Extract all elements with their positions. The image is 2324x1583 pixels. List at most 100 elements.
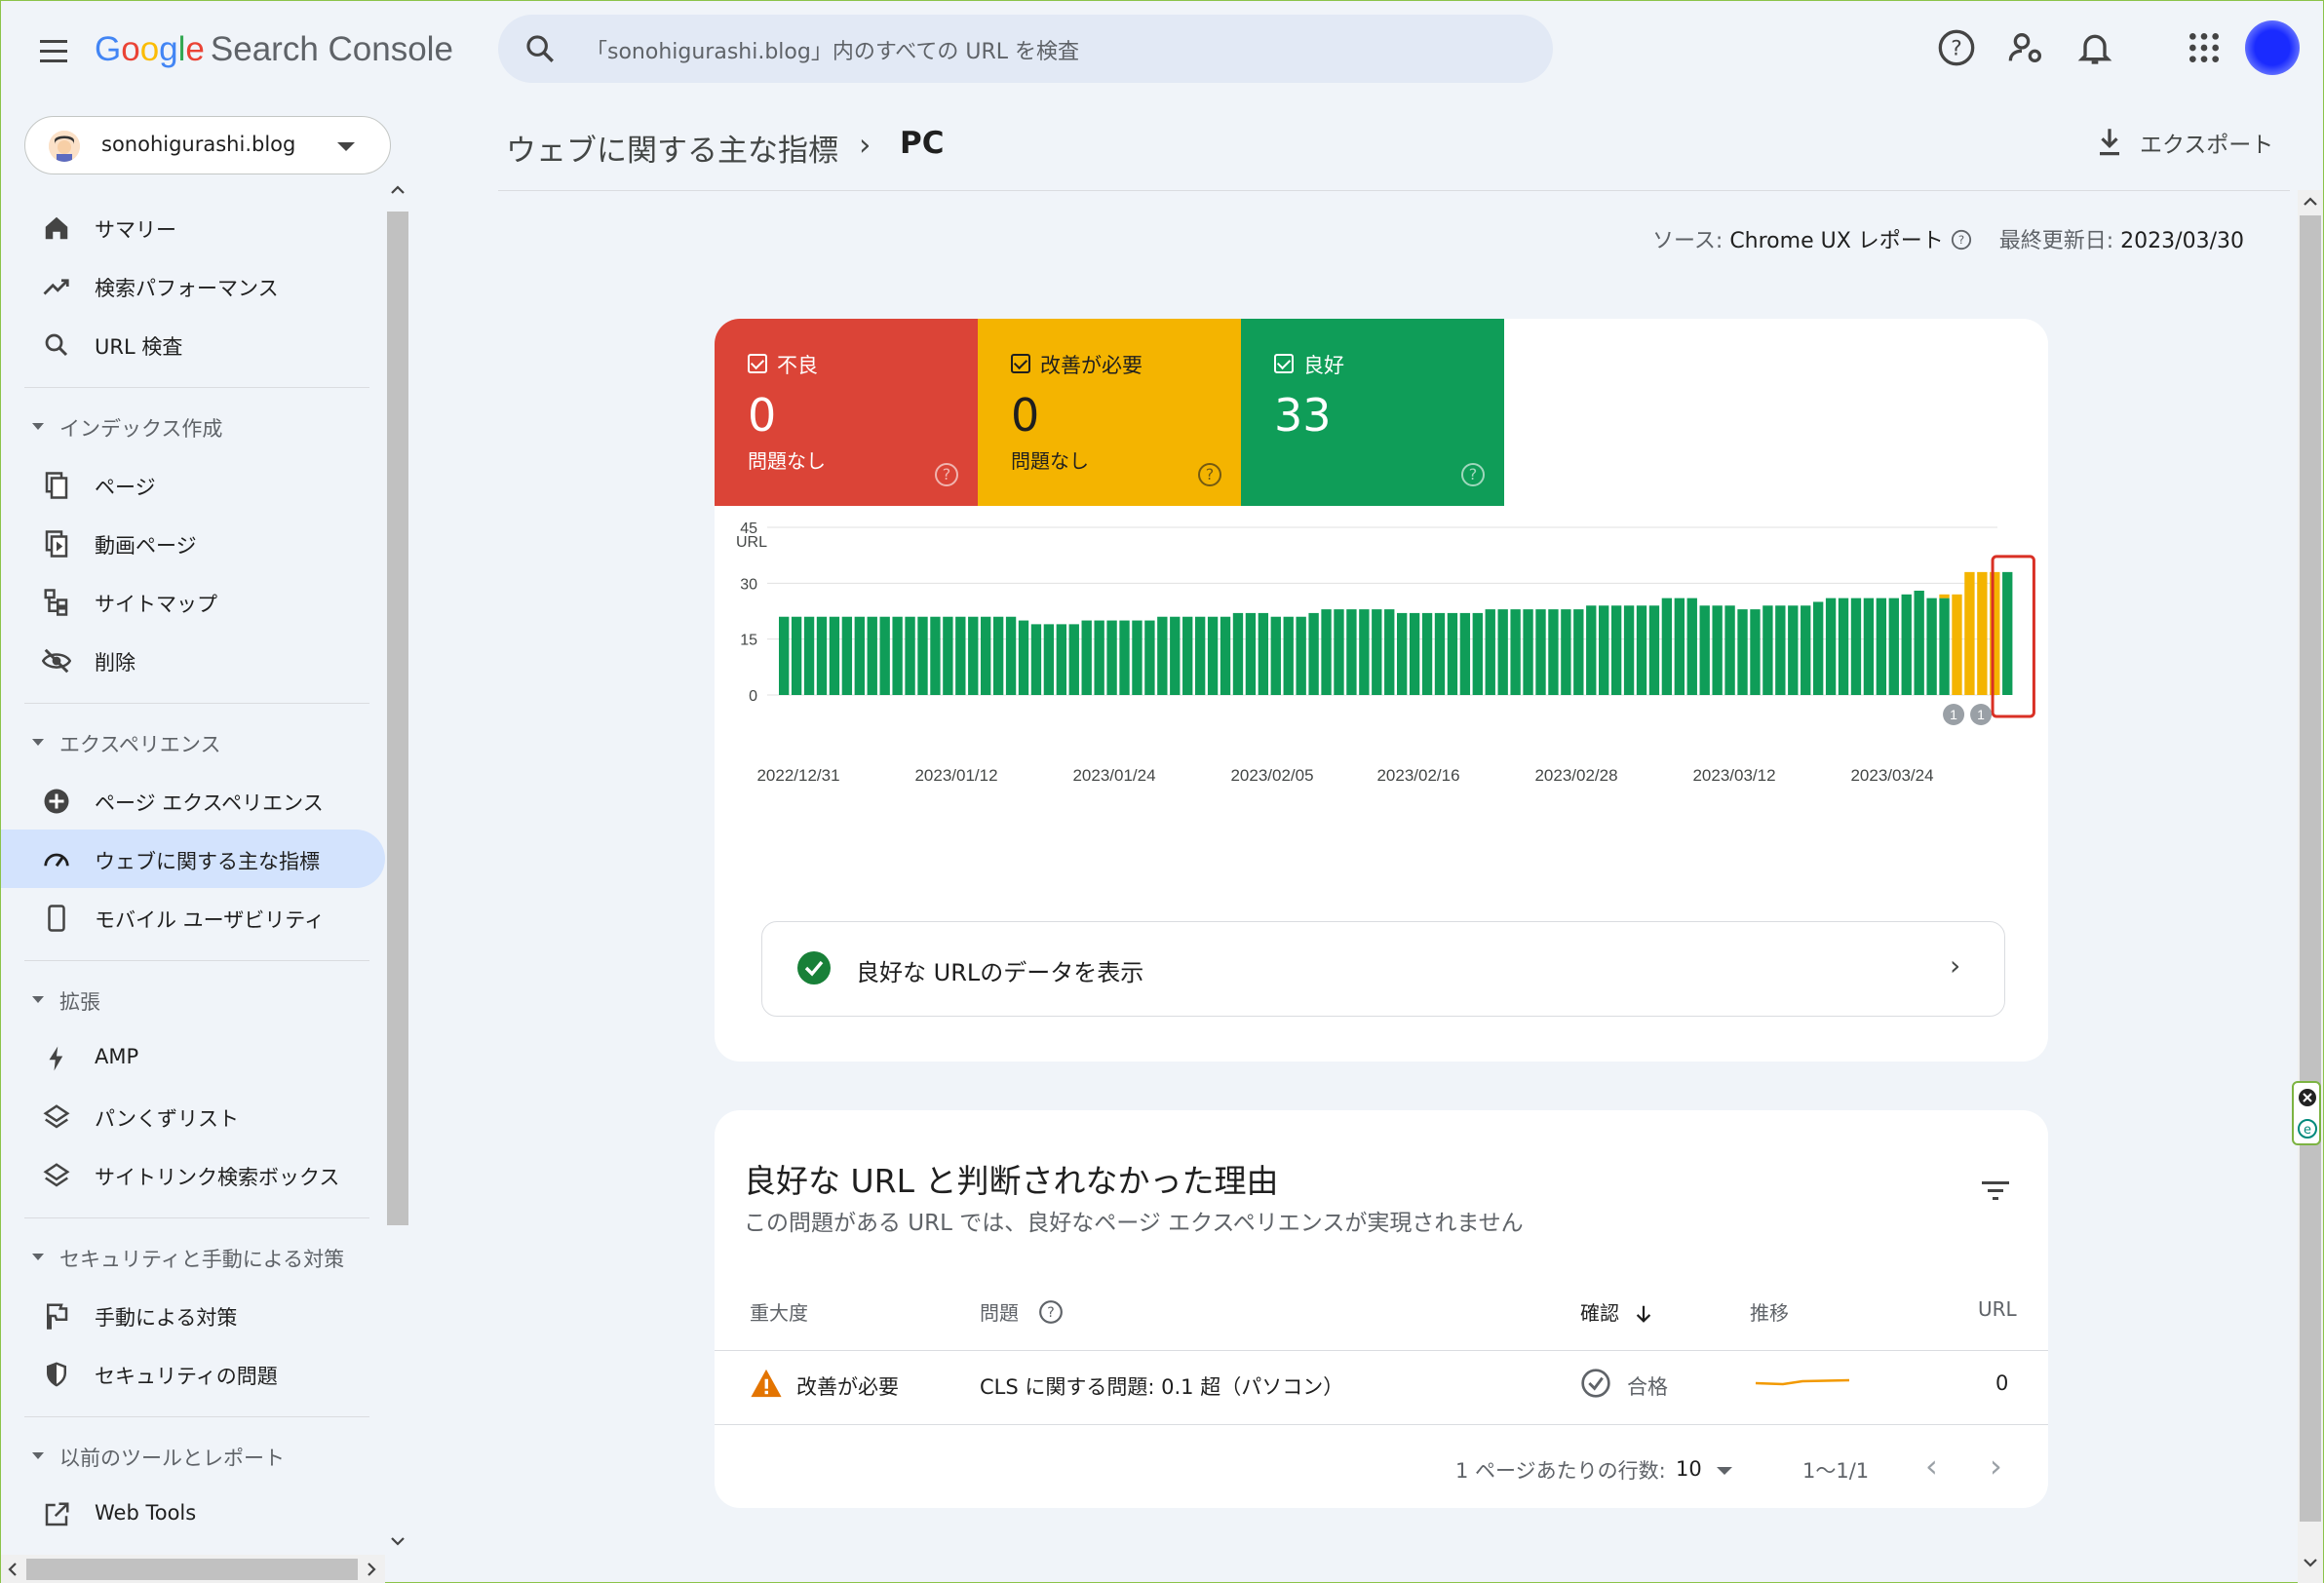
url-count-value: 0 xyxy=(1995,1371,2009,1395)
help-icon[interactable]: ? xyxy=(1461,463,1485,486)
help-icon[interactable]: ? xyxy=(1937,28,1976,67)
divider xyxy=(24,703,369,704)
tile-good[interactable]: 良好 33 ? xyxy=(1241,319,1504,506)
bar-good xyxy=(1397,612,1408,695)
property-avatar-icon xyxy=(49,131,80,162)
help-icon[interactable]: ? xyxy=(1951,229,1972,251)
download-icon xyxy=(2100,129,2119,156)
chevron-left-icon[interactable]: ‹ xyxy=(1925,1448,1938,1485)
main-scrollbar[interactable] xyxy=(2298,190,2323,1583)
checkbox-checked-icon[interactable] xyxy=(1011,354,1030,373)
sidebar-scrollbar[interactable] xyxy=(385,180,410,1583)
chevron-down-icon xyxy=(32,1452,44,1459)
section-title: エクスペリエンス xyxy=(59,733,221,756)
property-selector[interactable]: sonohigurashi.blog xyxy=(24,116,391,174)
horizontal-scroll-thumb[interactable] xyxy=(26,1559,358,1580)
help-icon[interactable]: ? xyxy=(1038,1299,1064,1325)
nav-mobile-usability[interactable]: モバイル ユーザビリティ xyxy=(1,888,385,946)
bar-good xyxy=(829,616,840,695)
tile-value: 0 xyxy=(748,389,777,442)
nav-manual-actions[interactable]: 手動による対策 xyxy=(1,1286,385,1344)
sidebar-scroll-thumb[interactable] xyxy=(387,212,408,1225)
plus-circle-icon xyxy=(44,789,69,814)
column-header-severity[interactable]: 重大度 xyxy=(750,1297,808,1326)
help-icon[interactable]: ? xyxy=(935,463,958,486)
bar-good xyxy=(943,616,953,695)
nav-search-performance[interactable]: 検索パフォーマンス xyxy=(1,256,385,315)
bar-needs-improvement xyxy=(1939,594,1950,598)
scroll-down-icon[interactable] xyxy=(2302,1553,2319,1572)
nav-core-web-vitals[interactable]: ウェブに関する主な指標 xyxy=(1,830,385,888)
scroll-up-icon[interactable] xyxy=(389,180,407,200)
search-icon xyxy=(45,333,68,357)
nav-breadcrumbs[interactable]: パンくずリスト xyxy=(1,1087,385,1145)
column-header-validation[interactable]: 確認 xyxy=(1580,1297,1654,1326)
checkbox-checked-icon[interactable] xyxy=(748,354,767,373)
view-good-urls-button[interactable]: 良好な URLのデータを表示 › xyxy=(761,921,2005,1017)
section-enhancements[interactable]: 拡張 xyxy=(1,970,385,1028)
x-tick-label: 2023/02/28 xyxy=(1534,766,1617,785)
nav-removals[interactable]: 削除 xyxy=(1,631,385,689)
account-avatar[interactable] xyxy=(2245,20,2300,75)
scroll-down-icon[interactable] xyxy=(389,1531,407,1551)
sidebar-horizontal-scrollbar[interactable] xyxy=(1,1555,385,1583)
scroll-right-icon[interactable] xyxy=(364,1561,379,1578)
nav-pages[interactable]: ページ xyxy=(1,455,385,514)
issue-value[interactable]: CLS に関する問題: 0.1 超（パソコン） xyxy=(980,1371,1343,1401)
filter-icon[interactable] xyxy=(1980,1178,2011,1202)
checkbox-checked-icon[interactable] xyxy=(1274,354,1294,373)
manage-users-icon[interactable] xyxy=(2007,28,2046,67)
chevron-down-icon[interactable] xyxy=(1717,1467,1732,1475)
tile-poor[interactable]: 不良 0 問題なし ? xyxy=(715,319,978,506)
bar-good xyxy=(1510,609,1521,695)
chevron-right-icon[interactable]: › xyxy=(1990,1448,2002,1485)
extension-e-icon[interactable]: e xyxy=(2298,1118,2317,1139)
bar-good xyxy=(1144,620,1155,695)
nav-label: AMP xyxy=(95,1045,139,1068)
nav-sitemaps[interactable]: サイトマップ xyxy=(1,572,385,631)
url-inspect-search-input[interactable]: 「sonohigurashi.blog」内のすべての URL を検査 xyxy=(498,15,1553,83)
section-experience[interactable]: エクスペリエンス xyxy=(1,713,385,771)
breadcrumb-parent[interactable]: ウェブに関する主な指標 xyxy=(506,126,838,170)
nav-summary[interactable]: サマリー xyxy=(1,198,385,256)
tile-needs-improvement[interactable]: 改善が必要 0 問題なし ? xyxy=(978,319,1241,506)
main-scroll-thumb[interactable] xyxy=(2300,215,2321,1522)
section-security[interactable]: セキュリティと手動による対策 xyxy=(1,1227,385,1286)
chevron-right-icon: › xyxy=(859,128,872,163)
scroll-left-icon[interactable] xyxy=(5,1561,20,1578)
main-menu-icon[interactable] xyxy=(36,34,71,69)
nav-label: モバイル ユーザビリティ xyxy=(95,908,325,932)
url-trend-chart[interactable]: URL01530451 12022/12/31 2023/01/12 2023/01/… xyxy=(715,514,2048,904)
help-icon[interactable]: ? xyxy=(1198,463,1221,486)
section-indexing[interactable]: インデックス作成 xyxy=(1,397,385,455)
bar-good xyxy=(816,616,828,695)
close-icon[interactable] xyxy=(2298,1087,2317,1108)
nav-web-tools[interactable]: Web Tools xyxy=(1,1485,385,1543)
bar-good xyxy=(1258,612,1269,695)
nav-url-inspection[interactable]: URL 検査 xyxy=(1,315,385,373)
bar-good xyxy=(1573,609,1584,695)
nav-label: Web Tools xyxy=(95,1501,197,1525)
column-label: 確認 xyxy=(1580,1301,1619,1325)
section-legacy-tools[interactable]: 以前のツールとレポート xyxy=(1,1426,385,1485)
product-logo[interactable]: Google Search Console xyxy=(95,30,453,77)
bar-good xyxy=(1888,598,1899,695)
extension-widget[interactable]: e xyxy=(2292,1081,2321,1145)
nav-sitelinks-searchbox[interactable]: サイトリンク検索ボックス xyxy=(1,1145,385,1204)
notifications-icon[interactable] xyxy=(2075,28,2114,67)
source-value[interactable]: Chrome UX レポート xyxy=(1729,229,1943,253)
column-header-trend[interactable]: 推移 xyxy=(1750,1297,1789,1326)
column-header-urls[interactable]: URL xyxy=(1978,1297,2017,1321)
nav-page-experience[interactable]: ページ エクスペリエンス xyxy=(1,771,385,830)
nav-video-pages[interactable]: 動画ページ xyxy=(1,514,385,572)
scroll-up-icon[interactable] xyxy=(2302,192,2319,212)
bar-needs-improvement xyxy=(1977,571,1988,695)
rows-per-page-select[interactable]: 10 xyxy=(1676,1457,1702,1481)
tile-sub: 問題なし xyxy=(748,449,826,473)
bar-good xyxy=(1599,605,1609,695)
nav-amp[interactable]: AMP xyxy=(1,1028,385,1087)
nav-security-issues[interactable]: セキュリティの問題 xyxy=(1,1344,385,1403)
apps-icon[interactable] xyxy=(2185,28,2224,67)
column-header-issue[interactable]: 問題 ? xyxy=(980,1297,1064,1326)
bar-good xyxy=(1876,598,1887,695)
